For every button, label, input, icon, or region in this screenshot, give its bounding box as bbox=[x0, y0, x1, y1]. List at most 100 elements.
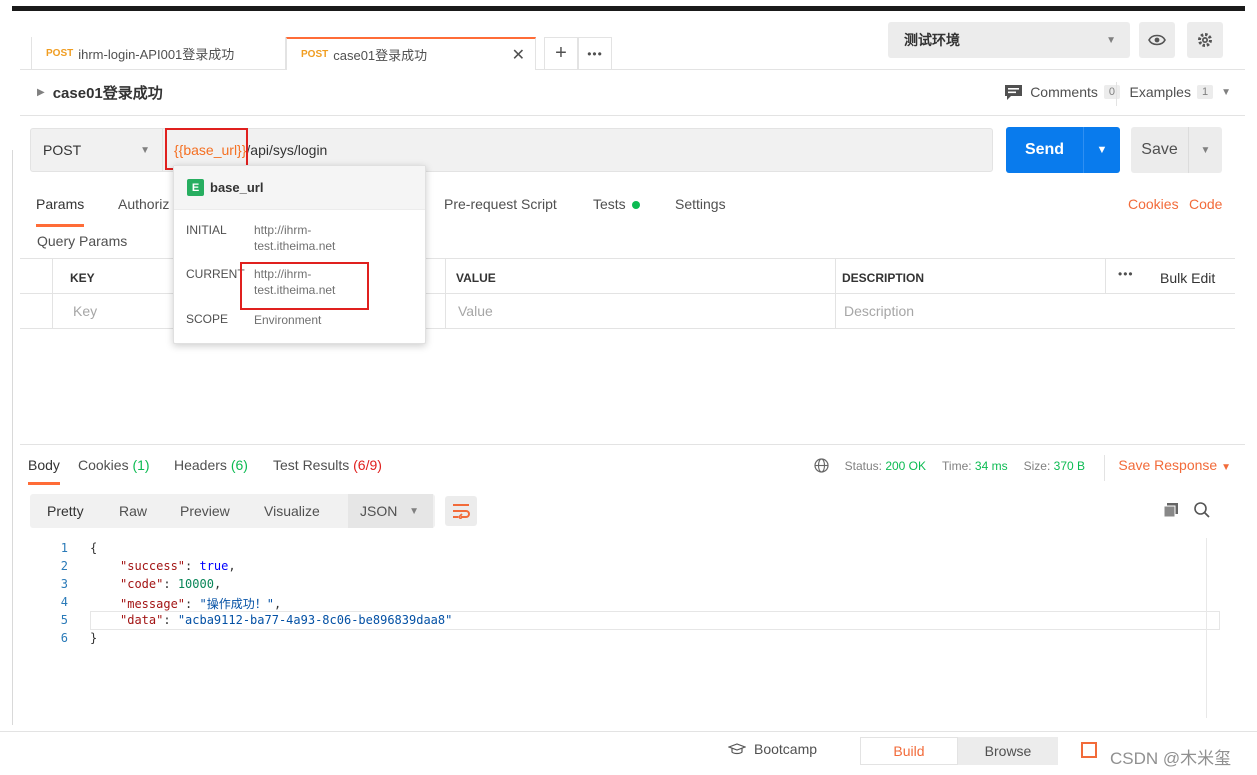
popover-header: E base_url bbox=[174, 166, 425, 210]
send-button[interactable]: Send ▼ bbox=[1006, 127, 1120, 173]
description-input[interactable]: Description bbox=[844, 303, 914, 319]
headers-count: (6) bbox=[230, 457, 248, 473]
initial-label: INITIAL bbox=[186, 223, 227, 237]
tab-params[interactable]: Params bbox=[36, 196, 85, 227]
line-number: 5 bbox=[60, 613, 68, 627]
bootcamp-button[interactable]: Bootcamp bbox=[728, 741, 817, 757]
format-select[interactable]: JSON ▼ bbox=[348, 494, 433, 528]
environment-badge: E bbox=[187, 179, 204, 196]
bulk-edit-link[interactable]: Bulk Edit bbox=[1160, 270, 1215, 286]
size-info[interactable]: Size: 370 B bbox=[1024, 459, 1085, 473]
code-line: { bbox=[90, 541, 98, 555]
tab-authorization[interactable]: Authoriz bbox=[118, 196, 169, 212]
tab-test-results[interactable]: Test Results (6/9) bbox=[273, 457, 382, 473]
highlight-box bbox=[240, 262, 369, 310]
column-divider bbox=[445, 259, 446, 329]
chevron-down-icon[interactable]: ▼ bbox=[1083, 127, 1120, 173]
save-button[interactable]: Save ▼ bbox=[1131, 127, 1222, 173]
close-tab-icon[interactable]: ✕ bbox=[512, 45, 525, 65]
editor-scrollbar[interactable] bbox=[1206, 538, 1222, 718]
request-tab[interactable]: POST ihrm-login-API001登录成功 bbox=[31, 37, 286, 70]
status-info[interactable]: Status: 200 OK bbox=[845, 459, 926, 473]
view-visualize[interactable]: Visualize bbox=[264, 503, 320, 519]
test-results-count: (6/9) bbox=[353, 457, 382, 473]
view-raw[interactable]: Raw bbox=[119, 503, 147, 519]
size-value: 370 B bbox=[1053, 458, 1085, 473]
request-name[interactable]: case01登录成功 bbox=[53, 82, 163, 103]
tab-tests[interactable]: Tests bbox=[593, 196, 640, 212]
chevron-down-icon: ▼ bbox=[140, 144, 150, 156]
json-key: "data" bbox=[120, 613, 164, 627]
build-tab[interactable]: Build bbox=[860, 737, 958, 765]
comment-icon bbox=[1005, 84, 1023, 100]
examples-label: Examples bbox=[1129, 84, 1191, 100]
globe-icon[interactable] bbox=[814, 458, 829, 473]
graduation-cap-icon bbox=[728, 743, 746, 755]
status-value: 200 OK bbox=[885, 458, 927, 473]
more-options-icon[interactable]: ••• bbox=[1118, 267, 1134, 281]
code-line: "data": "acba9112-ba77-4a93-8c06-be89683… bbox=[120, 613, 453, 627]
environment-name: 测试环境 bbox=[904, 32, 960, 48]
tab-headers-label: Headers bbox=[174, 457, 227, 473]
gear-icon[interactable] bbox=[1187, 22, 1223, 58]
chevron-down-icon[interactable]: ▼ bbox=[1188, 127, 1222, 173]
url-path: /api/sys/login bbox=[246, 142, 328, 158]
copy-icon[interactable] bbox=[1163, 502, 1179, 518]
status-label: Status: bbox=[844, 458, 882, 473]
col-description: DESCRIPTION bbox=[842, 271, 925, 285]
save-label: Save bbox=[1141, 141, 1178, 158]
json-value: "操作成功！" bbox=[199, 597, 274, 611]
code-line: } bbox=[90, 631, 98, 645]
chevron-down-icon: ▼ bbox=[1106, 34, 1116, 46]
search-icon[interactable] bbox=[1193, 501, 1211, 519]
wrap-lines-icon[interactable] bbox=[445, 496, 477, 526]
col-value: VALUE bbox=[456, 271, 496, 285]
comments-button[interactable]: Comments 0 bbox=[1005, 84, 1120, 100]
tab-tests-label: Tests bbox=[593, 196, 626, 212]
view-pretty[interactable]: Pretty bbox=[47, 503, 84, 519]
caret-right-icon[interactable]: ▶ bbox=[37, 87, 45, 98]
col-key: KEY bbox=[70, 271, 95, 285]
examples-button[interactable]: Examples 1 ▼ bbox=[1115, 82, 1231, 106]
json-key: "code" bbox=[120, 577, 164, 591]
tab-body[interactable]: Body bbox=[28, 457, 60, 485]
left-divider bbox=[12, 150, 13, 725]
tab-method: POST bbox=[301, 49, 329, 60]
more-tabs-icon[interactable]: ••• bbox=[578, 37, 612, 70]
response-body-editor[interactable]: 1 { 2 "success": true, 3 "code": 10000, … bbox=[48, 540, 1218, 650]
variable-popover: E base_url INITIAL http://ihrm-test.ithe… bbox=[173, 165, 426, 344]
eye-icon[interactable] bbox=[1139, 22, 1175, 58]
new-tab-plus-icon[interactable]: + bbox=[544, 37, 578, 70]
browse-tab[interactable]: Browse bbox=[958, 737, 1058, 765]
tab-tests-label: Test Results bbox=[273, 457, 350, 473]
current-label: CURRENT bbox=[186, 267, 245, 281]
key-input[interactable]: Key bbox=[73, 303, 97, 319]
variable-name: base_url bbox=[210, 180, 264, 195]
view-mode-tabs: Pretty Raw Preview Visualize JSON ▼ bbox=[30, 494, 435, 528]
pane-divider[interactable] bbox=[20, 444, 1245, 445]
two-pane-icon[interactable] bbox=[1081, 742, 1097, 758]
format-label: JSON bbox=[360, 503, 398, 519]
cookies-link[interactable]: Cookies bbox=[1128, 196, 1179, 212]
method-select[interactable]: POST ▼ bbox=[31, 129, 163, 171]
value-input[interactable]: Value bbox=[458, 303, 493, 319]
view-preview[interactable]: Preview bbox=[180, 503, 230, 519]
line-number: 1 bbox=[60, 541, 68, 555]
time-info[interactable]: Time: 34 ms bbox=[942, 459, 1008, 473]
tab-headers[interactable]: Headers (6) bbox=[174, 457, 248, 473]
request-tab-active[interactable]: POST case01登录成功 ✕ bbox=[286, 37, 536, 70]
environment-select[interactable]: 测试环境 ▼ bbox=[888, 22, 1130, 58]
bootcamp-label: Bootcamp bbox=[754, 741, 818, 757]
tab-cookies[interactable]: Cookies (1) bbox=[78, 457, 150, 473]
initial-value: http://ihrm-test.itheima.net bbox=[254, 223, 336, 253]
highlight-box bbox=[165, 128, 248, 170]
divider bbox=[1104, 455, 1106, 481]
request-name-bar: ▶ case01登录成功 Comments 0 Examples 1 ▼ bbox=[20, 70, 1245, 116]
save-response-button[interactable]: Save Response ▼ bbox=[1104, 455, 1231, 481]
tab-prerequest-script[interactable]: Pre-request Script bbox=[444, 196, 557, 212]
line-number: 3 bbox=[60, 577, 68, 591]
tab-settings[interactable]: Settings bbox=[675, 196, 726, 212]
tab-method: POST bbox=[46, 48, 74, 59]
code-link[interactable]: Code bbox=[1189, 196, 1222, 212]
line-number: 2 bbox=[60, 559, 68, 573]
